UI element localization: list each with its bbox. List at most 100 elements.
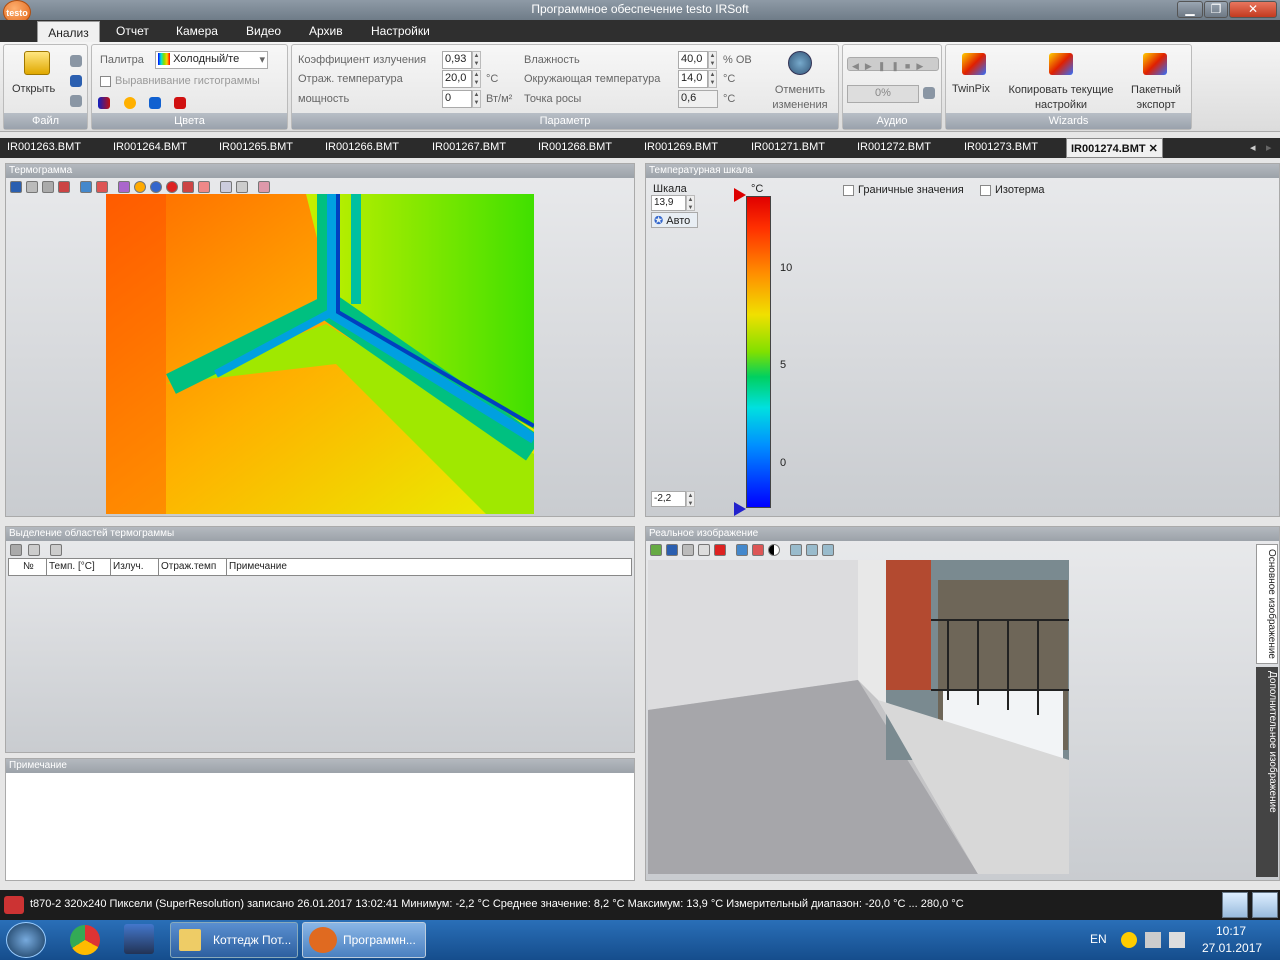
audio-controls[interactable]: ◀▶❚❚■▶ [847,57,939,71]
file-tab[interactable]: IR001263.BMT [7,141,81,153]
col-note[interactable]: Примечание [227,559,627,575]
marker-icon[interactable] [96,181,108,193]
boundary-checkbox[interactable] [843,184,854,196]
network-icon[interactable] [1145,932,1161,948]
close-tab-icon[interactable]: ✕ [1149,143,1158,155]
taskbar-item-irsoft[interactable]: Программн... [302,922,426,958]
layout-icon[interactable] [1222,892,1248,918]
crop-icon[interactable] [58,181,70,193]
tab-main-image[interactable]: Основное изображение [1256,544,1278,664]
profile-icon[interactable] [198,181,210,193]
scale-max-input[interactable]: 13,9 [651,195,686,211]
file-tab[interactable]: IR001265.BMT [219,141,293,153]
note-panel[interactable]: Примечание [5,758,635,881]
col-temp[interactable]: Темп. [°C] [47,559,111,575]
tab-report[interactable]: Отчет [116,24,149,38]
open-button[interactable]: Открыть [12,83,55,95]
audio-save-icon[interactable] [923,87,935,99]
power-spinner[interactable]: ▲ ▼ [472,90,481,108]
save-as-icon[interactable] [70,75,82,87]
scroll-right-icon[interactable]: ▸ [1266,141,1272,154]
color-scale-bar[interactable] [746,196,771,508]
zoom-icon[interactable] [80,181,92,193]
file-tab[interactable]: IR001268.BMT [538,141,612,153]
save-icon[interactable] [70,55,82,67]
refl-temp-input[interactable]: 20,0 [442,70,472,88]
power-input[interactable]: 0 [442,90,472,108]
histogram-option[interactable]: Выравнивание гистограммы [100,75,260,87]
isotherm-option[interactable]: Изотерма [980,184,1045,196]
save-icon[interactable] [10,544,22,556]
boundary-option[interactable]: Граничные значения [843,184,964,196]
batch-export-icon[interactable] [1143,53,1167,75]
area-icon[interactable] [220,181,232,193]
file-tab[interactable]: IR001271.BMT [751,141,825,153]
layout-alt-icon[interactable] [1252,892,1278,918]
paste-icon[interactable] [698,544,710,556]
humidity-input[interactable]: 40,0 [678,51,708,69]
zoom-icon[interactable] [736,544,748,556]
tab-analysis[interactable]: Анализ [37,21,100,43]
thermogram-image[interactable] [106,194,534,514]
twinpix-button[interactable]: TwinPix [952,83,990,95]
clock-time[interactable]: 10:17 [1216,924,1246,938]
minimize-button[interactable]: ▁ [1177,1,1203,18]
tab-archive[interactable]: Архив [309,24,343,38]
marker-icon[interactable] [752,544,764,556]
emissivity-input[interactable]: 0,93 [442,51,472,69]
palette-select[interactable]: Холодный/те ▾ [155,51,268,69]
copy-settings-button[interactable]: Копировать текущие настройки [1004,83,1118,113]
scale-max-spinner[interactable]: ▲ ▼ [686,195,695,211]
hotspot-icon[interactable] [134,181,146,193]
col-number[interactable]: № [21,559,47,575]
max-marker-icon[interactable] [734,188,746,202]
coldspot-icon[interactable] [150,181,162,193]
clock-date[interactable]: 27.01.2017 [1202,941,1262,955]
histogram-checkbox[interactable] [100,75,111,87]
max-icon[interactable] [166,181,178,193]
zoom-in-icon[interactable] [790,544,802,556]
tab-settings[interactable]: Настройки [371,24,430,38]
point-icon[interactable] [118,181,130,193]
gear-icon[interactable] [788,51,812,75]
taskbar-item-folder[interactable]: Коттедж Пот... [170,922,298,958]
open-icon[interactable] [650,544,662,556]
copy-icon[interactable] [682,544,694,556]
copy-icon[interactable] [26,181,38,193]
auto-button[interactable]: ✪ Авто [651,212,698,228]
undo-changes-button[interactable]: Отменить изменения [762,83,838,113]
ambient-spinner[interactable]: ▲ ▼ [708,70,717,88]
start-button[interactable] [6,922,46,958]
contrast-icon[interactable] [768,544,780,556]
file-tab[interactable]: IR001266.BMT [325,141,399,153]
print-icon[interactable] [42,181,54,193]
zoom-out-icon[interactable] [806,544,818,556]
language-indicator[interactable]: EN [1090,932,1107,946]
file-tab[interactable]: IR001272.BMT [857,141,931,153]
copy-icon[interactable] [28,544,40,556]
floppy-icon[interactable] [124,924,154,954]
color-red-icon[interactable] [174,97,186,109]
table-icon[interactable] [258,181,270,193]
delete-icon[interactable] [714,544,726,556]
folder-icon[interactable] [24,51,50,75]
scale-min-input[interactable]: -2,2 [651,491,686,507]
scroll-left-icon[interactable]: ◂ [1250,141,1256,154]
chrome-icon[interactable] [70,925,100,955]
isotherm-checkbox[interactable] [980,184,991,196]
copy-settings-icon[interactable] [1049,53,1073,75]
file-tab[interactable]: IR001269.BMT [644,141,718,153]
save-icon[interactable] [666,544,678,556]
tray-icon[interactable] [1121,932,1137,948]
volume-icon[interactable] [1169,932,1185,948]
real-photo[interactable] [648,560,1069,874]
delete-icon[interactable] [236,181,248,193]
twinpix-icon[interactable] [962,53,986,75]
tab-secondary-image[interactable]: Дополнительное изображение [1256,667,1278,877]
close-button[interactable]: ✕ [1229,1,1277,18]
ambient-input[interactable]: 14,0 [678,70,708,88]
delete-icon[interactable] [50,544,62,556]
file-tab-active[interactable]: IR001274.BMT ✕ [1066,138,1163,158]
color-circle-icon[interactable] [124,97,136,109]
histogram-icon[interactable] [182,181,194,193]
